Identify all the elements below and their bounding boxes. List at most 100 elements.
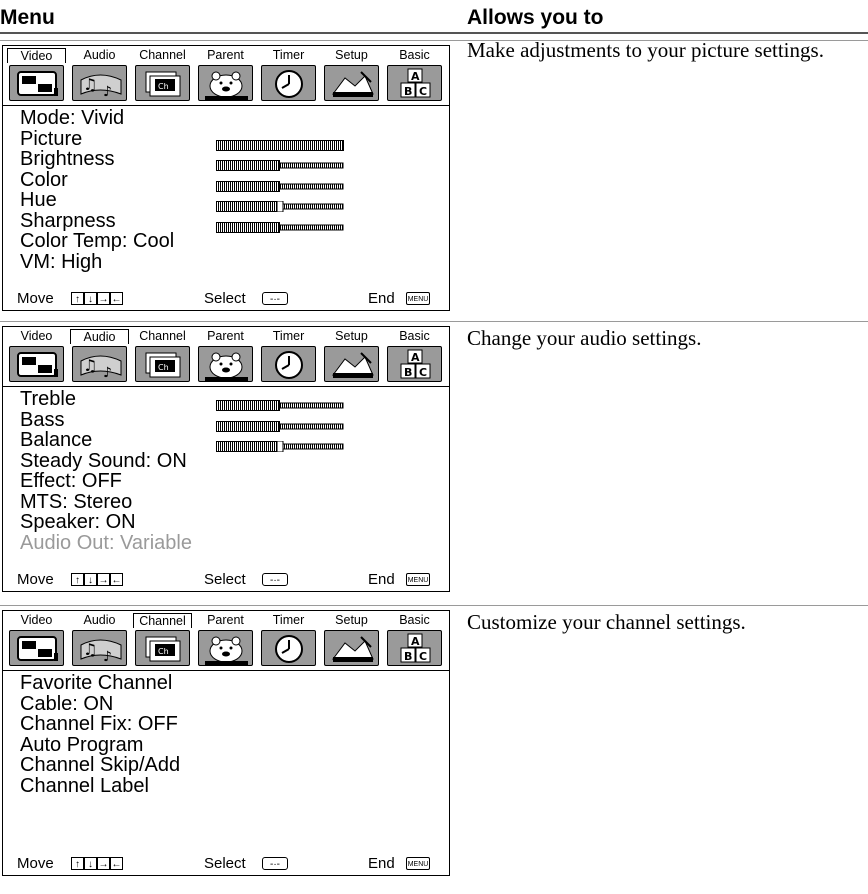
arrow-up-icon: ↑: [71, 857, 84, 870]
menu-tab-bar: Video Audio ♫ ♪ Channel Ch Parent Timer Setup Bas…: [3, 611, 449, 671]
menu-item[interactable]: Audio Out: Variable: [20, 532, 192, 554]
svg-text:B: B: [404, 650, 412, 663]
tab-audio[interactable]: Audio ♫ ♪: [68, 611, 131, 670]
level-slider[interactable]: [216, 217, 345, 233]
menu-item[interactable]: Cable: ON: [20, 693, 180, 715]
tab-setup[interactable]: Setup: [320, 611, 383, 670]
tab-label: Video: [20, 329, 53, 343]
menu-item[interactable]: Sharpness: [20, 210, 345, 233]
abc-blocks-icon: ABC: [387, 346, 442, 382]
arrow-left-icon: ←: [110, 573, 123, 586]
tab-timer[interactable]: Timer: [257, 46, 320, 105]
menu-item[interactable]: Effect: OFF: [20, 471, 192, 492]
tab-parent[interactable]: Parent: [194, 611, 257, 670]
menu-item[interactable]: Color: [20, 169, 345, 192]
menu-item-label: Channel Skip/Add: [20, 754, 181, 776]
menu-item[interactable]: Hue: [20, 190, 345, 213]
menu-item[interactable]: Channel Fix: OFF: [20, 714, 180, 735]
menu-item-label: Balance: [20, 429, 93, 451]
tools-icon: [324, 630, 379, 666]
tab-basic[interactable]: Basic A B C: [383, 611, 446, 670]
tab-channel[interactable]: Channel Ch: [131, 327, 194, 386]
level-slider[interactable]: [216, 196, 345, 213]
abc-blocks-icon: ABC: [387, 65, 442, 101]
menu-footer: Move ↑ ↓ → ← Select -·- End MENU: [17, 289, 443, 307]
tab-label: Basic: [399, 48, 430, 62]
arrow-left-icon: ←: [110, 857, 123, 870]
tab-video[interactable]: Video: [5, 327, 68, 386]
level-slider[interactable]: [216, 176, 345, 192]
tab-basic[interactable]: Basic A B C: [383, 46, 446, 105]
tab-parent[interactable]: Parent: [194, 327, 257, 386]
menu-item[interactable]: Favorite Channel: [20, 673, 180, 694]
tab-label: Parent: [207, 329, 244, 343]
tab-setup[interactable]: Setup: [320, 46, 383, 105]
tab-label: Channel: [139, 329, 186, 343]
menu-item-list: Treble Bass Balance Steady Sound: ON Effect:…: [20, 388, 345, 554]
tab-setup[interactable]: Setup: [320, 327, 383, 386]
section-description: Make adjustments to your picture setting…: [467, 38, 824, 62]
menu-item[interactable]: Picture: [20, 127, 345, 151]
svg-text:C: C: [419, 366, 427, 379]
menu-item[interactable]: Steady Sound: ON: [20, 450, 192, 472]
menu-item-list: Mode: Vivid Picture Brightness Color Hue Shar…: [20, 108, 345, 273]
menu-item-list: Favorite Channel Cable: ON Channel Fix: OF…: [20, 673, 180, 796]
level-slider[interactable]: [216, 135, 345, 151]
music-notes-icon: ♫ ♪: [72, 346, 127, 382]
select-label: Select: [204, 290, 246, 307]
svg-text:B: B: [404, 85, 412, 98]
menu-item[interactable]: Bass: [20, 408, 345, 432]
level-slider[interactable]: [216, 436, 345, 453]
tab-parent[interactable]: Parent: [194, 46, 257, 105]
tab-video[interactable]: Video: [5, 46, 68, 105]
tab-timer[interactable]: Timer: [257, 327, 320, 386]
menu-item[interactable]: Treble: [20, 388, 345, 411]
menu-item-label: Picture: [20, 127, 83, 150]
header-rule: [0, 32, 868, 34]
menu-item-label: Brightness: [20, 148, 115, 170]
menu-item[interactable]: Color Temp: Cool: [20, 231, 174, 252]
svg-text:♪: ♪: [103, 365, 112, 381]
tab-label: Audio: [83, 613, 116, 627]
menu-item[interactable]: Channel Skip/Add: [20, 755, 180, 776]
music-notes-icon: ♫ ♪: [72, 65, 127, 101]
level-slider[interactable]: [216, 416, 345, 432]
end-label: End: [368, 855, 395, 872]
tab-audio[interactable]: Audio ♫ ♪: [68, 46, 131, 105]
menu-item-label: Favorite Channel: [20, 672, 173, 694]
level-slider[interactable]: [216, 395, 345, 411]
menu-footer: Move ↑ ↓ → ← Select -·- End MENU: [17, 570, 443, 588]
menu-item-label: Bass: [20, 408, 65, 431]
tab-channel[interactable]: Channel Ch: [131, 46, 194, 105]
tools-icon: [324, 346, 379, 382]
tab-video[interactable]: Video: [5, 611, 68, 670]
tab-audio[interactable]: Audio ♫ ♪: [68, 327, 131, 386]
level-slider[interactable]: [216, 155, 345, 171]
teddy-bear-icon: [198, 346, 253, 382]
tab-label: Setup: [335, 613, 368, 627]
menu-item-label: Channel Fix: OFF: [20, 713, 178, 735]
menu-item[interactable]: Speaker: ON: [20, 512, 192, 533]
menu-item[interactable]: Mode: Vivid: [20, 108, 174, 129]
teddy-bear-icon: [198, 630, 253, 666]
picture-icon: [9, 346, 64, 382]
svg-text:♫: ♫: [83, 640, 97, 659]
tab-label: Basic: [399, 329, 430, 343]
menu-item[interactable]: Auto Program: [20, 734, 180, 756]
menu-item[interactable]: Channel Label: [20, 775, 180, 797]
arrow-down-icon: ↓: [84, 292, 97, 305]
menu-item[interactable]: Brightness: [20, 148, 345, 171]
menu-key-icon: MENU: [406, 573, 430, 586]
move-label: Move: [17, 290, 54, 307]
menu-item-label: VM: High: [20, 250, 103, 273]
tab-label: Timer: [272, 329, 305, 343]
menu-item[interactable]: VM: High: [20, 250, 174, 273]
menu-key-icon: MENU: [406, 857, 430, 870]
tab-timer[interactable]: Timer: [257, 611, 320, 670]
tab-channel[interactable]: Channel Ch: [131, 611, 194, 670]
menu-item-label: Treble: [20, 388, 76, 410]
menu-item[interactable]: MTS: Stereo: [20, 491, 192, 513]
menu-item[interactable]: Balance: [20, 429, 345, 453]
arrow-right-icon: →: [97, 573, 110, 586]
tab-basic[interactable]: Basic A B C: [383, 327, 446, 386]
